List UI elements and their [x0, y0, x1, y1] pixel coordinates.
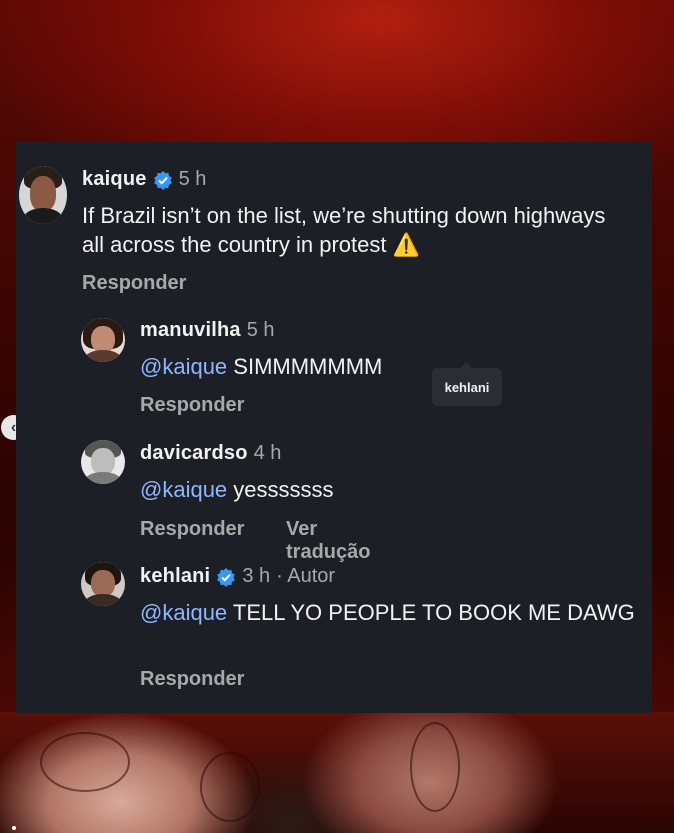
username-tooltip: kehlani: [432, 362, 502, 406]
verified-badge-icon: [217, 567, 236, 587]
comment-header: davicardso 4 h: [140, 442, 281, 465]
username[interactable]: davicardso: [140, 442, 248, 465]
comment-header: kehlani 3 h · Autor: [140, 565, 335, 588]
verified-badge-icon: [153, 170, 172, 190]
tattoo-detail: [410, 722, 460, 812]
comment-time: 3 h: [242, 565, 271, 587]
avatar[interactable]: [81, 562, 125, 606]
comments-card: kaique 5 h If Brazil isn’t on the list, …: [16, 142, 652, 713]
tattoo-detail: [200, 752, 260, 822]
reply-button[interactable]: Responder: [82, 272, 186, 295]
comment-text: @kaique SIMMMMMMM: [140, 354, 383, 379]
comment-header: kaique 5 h: [82, 168, 206, 191]
reply-button[interactable]: Responder: [140, 668, 244, 691]
page-indicator-dot: [12, 826, 16, 830]
mention-link[interactable]: @kaique: [140, 477, 227, 502]
tattoo-detail: [40, 732, 130, 792]
comment-text: @kaique yesssssss: [140, 477, 334, 502]
background-artwork: [0, 712, 674, 833]
username[interactable]: kehlani: [140, 565, 210, 588]
username[interactable]: manuvilha: [140, 319, 241, 342]
avatar[interactable]: [81, 440, 125, 484]
avatar[interactable]: [19, 166, 67, 224]
translate-button[interactable]: Ver tradução: [286, 518, 370, 564]
comment-text: If Brazil isn’t on the list, we’re shutt…: [82, 203, 606, 257]
mention-link[interactable]: @kaique: [140, 600, 227, 625]
author-tag: · Autor: [276, 565, 336, 587]
comment-time: 5 h: [246, 319, 275, 341]
warning-emoji: ⚠️: [392, 232, 421, 257]
mention-link[interactable]: @kaique: [140, 354, 227, 379]
comment-time: 5 h: [178, 168, 207, 190]
comment-text: @kaique TELL YO PEOPLE TO BOOK ME DAWG: [140, 600, 635, 625]
comment-header: manuvilha 5 h: [140, 319, 275, 342]
reply-button[interactable]: Responder: [140, 518, 244, 541]
avatar[interactable]: [81, 318, 125, 362]
username[interactable]: kaique: [82, 168, 147, 191]
reply-button[interactable]: Responder: [140, 394, 244, 417]
comment-time: 4 h: [253, 442, 282, 464]
